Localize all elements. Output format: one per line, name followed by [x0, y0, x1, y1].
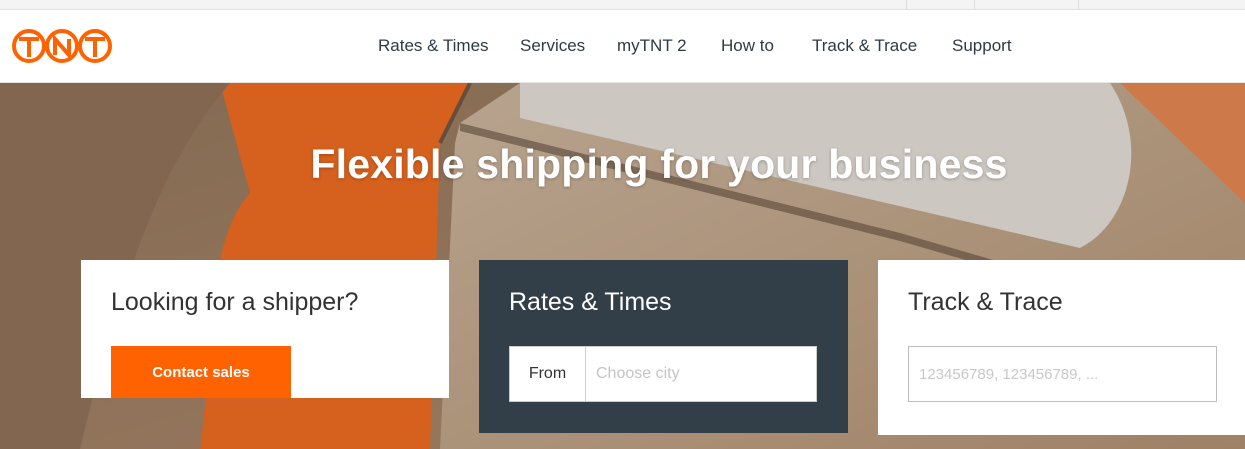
from-label: From [510, 347, 586, 401]
nav-support[interactable]: Support [952, 36, 1012, 56]
nav-how-to[interactable]: How to [721, 36, 774, 56]
track-card-title: Track & Trace [908, 288, 1063, 316]
contact-sales-button[interactable]: Contact sales [111, 346, 291, 398]
site-header: Rates & Times Services myTNT 2 How to Tr… [0, 10, 1245, 83]
rates-card-title: Rates & Times [509, 288, 672, 316]
utility-divider [906, 0, 907, 10]
nav-rates-times[interactable]: Rates & Times [378, 36, 489, 56]
nav-mytnt[interactable]: myTNT 2 [617, 36, 687, 56]
nav-track-trace[interactable]: Track & Trace [812, 36, 917, 56]
from-city-input[interactable] [586, 347, 816, 401]
utility-bar [0, 0, 1245, 10]
utility-divider [1078, 0, 1079, 10]
shipper-card-title: Looking for a shipper? [111, 288, 359, 316]
main-nav: Rates & Times Services myTNT 2 How to Tr… [0, 10, 1245, 83]
rates-times-card: Rates & Times From [479, 260, 848, 433]
track-trace-card: Track & Trace [878, 260, 1245, 435]
from-city-group: From [509, 346, 817, 402]
tracking-number-input[interactable] [908, 346, 1217, 402]
shipper-card: Looking for a shipper? Contact sales [81, 260, 449, 398]
nav-services[interactable]: Services [520, 36, 585, 56]
utility-divider [974, 0, 975, 10]
hero-title: Flexible shipping for your business [310, 141, 1008, 187]
